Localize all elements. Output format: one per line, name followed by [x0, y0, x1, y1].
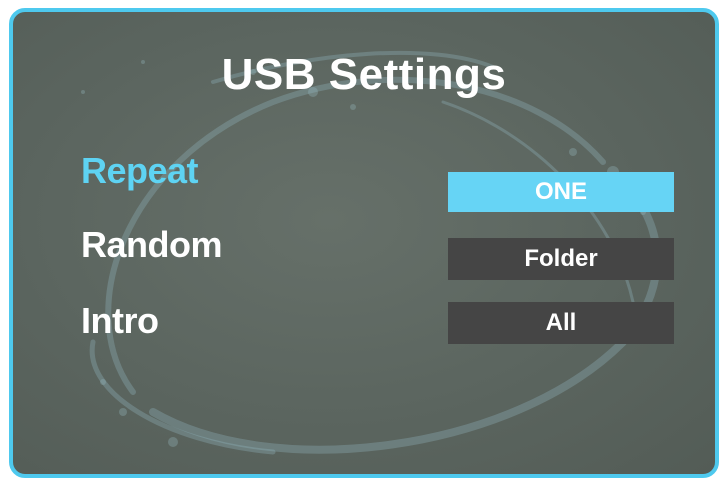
repeat-value-button[interactable]: ONE [448, 172, 674, 212]
usb-settings-screen: USB Settings Repeat Random Intro ONE Fol… [9, 8, 719, 478]
setting-label-random[interactable]: Random [81, 224, 223, 266]
repeat-value: ONE [534, 178, 587, 205]
intro-value: All [545, 309, 577, 336]
random-value-button[interactable]: Folder [448, 238, 674, 280]
intro-value-button[interactable]: All [448, 302, 674, 344]
random-value: Folder [524, 245, 598, 272]
page-title: USB Settings [221, 50, 507, 99]
setting-label-intro[interactable]: Intro [81, 300, 159, 342]
setting-label-repeat[interactable]: Repeat [81, 150, 199, 192]
